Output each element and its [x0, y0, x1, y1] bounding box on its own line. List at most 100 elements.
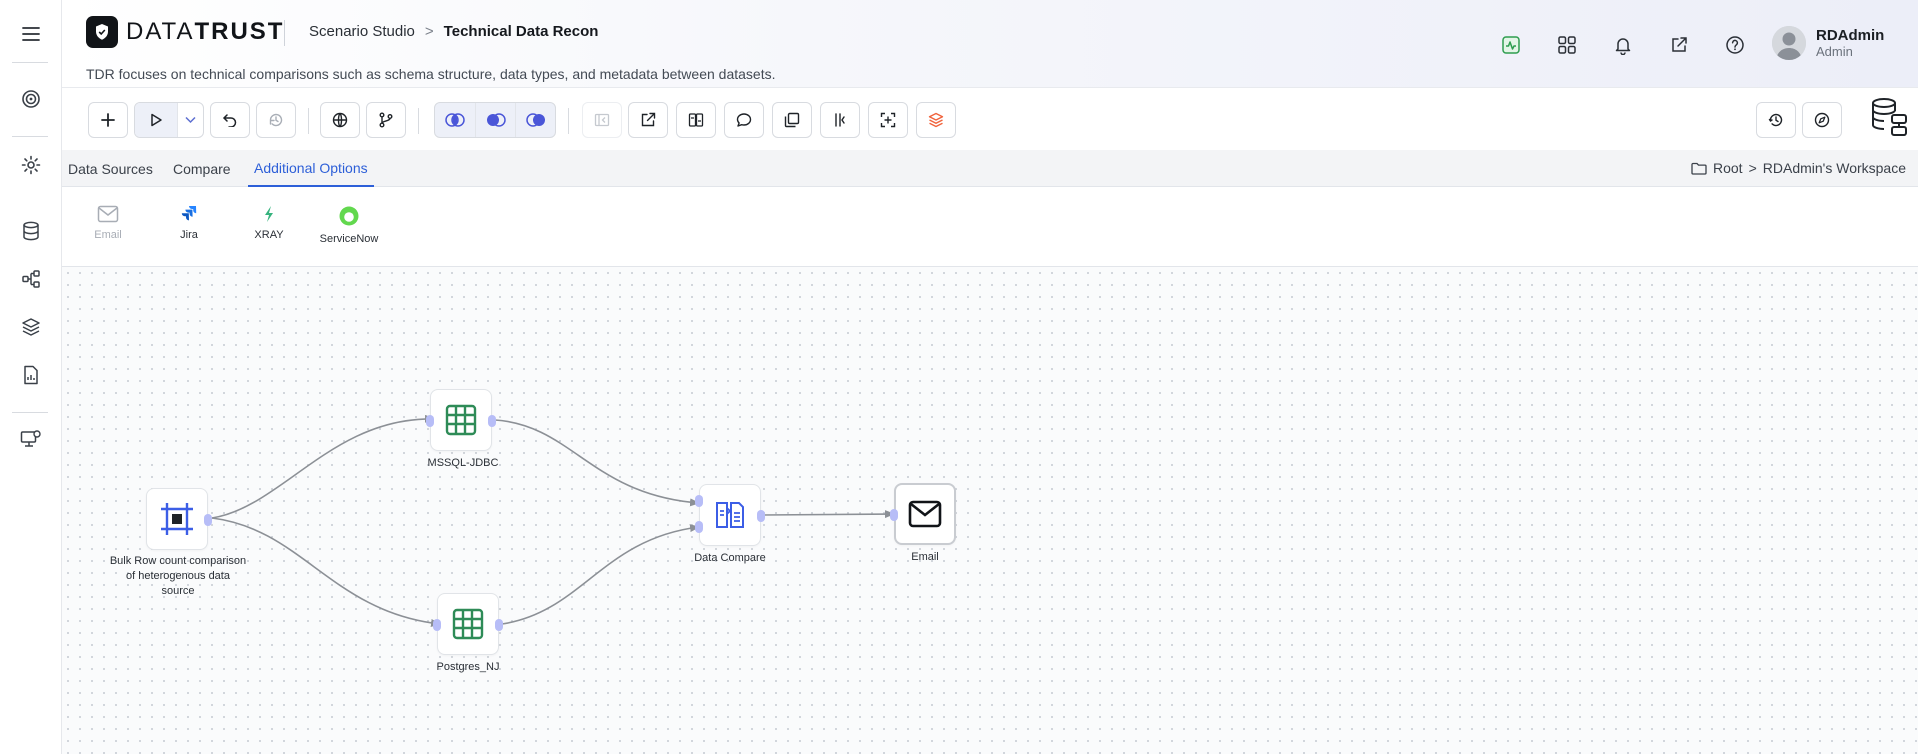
header-divider: [284, 20, 285, 46]
node-mssql-label: MSSQL-JDBC: [427, 457, 499, 469]
hierarchy-icon[interactable]: [16, 264, 46, 294]
additional-options-panel: Email Jira XRAY ServiceNow: [62, 187, 1918, 267]
globe-button[interactable]: [320, 102, 360, 138]
node-input-port[interactable]: [890, 509, 898, 521]
menu-icon[interactable]: [16, 19, 46, 49]
folder-icon: [1691, 162, 1707, 175]
tab-compare[interactable]: Compare: [167, 150, 237, 187]
add-node-button[interactable]: [88, 102, 128, 138]
node-output-port[interactable]: [488, 415, 496, 427]
node-output-port[interactable]: [204, 514, 212, 526]
branch-button[interactable]: [366, 102, 406, 138]
node-output-port[interactable]: [757, 510, 765, 522]
tab-additional-options[interactable]: Additional Options: [248, 150, 374, 187]
node-input-port[interactable]: [695, 495, 703, 507]
table-icon: [445, 404, 477, 436]
fit-view-button[interactable]: [868, 102, 908, 138]
user-role: Admin: [1816, 44, 1853, 59]
apps-grid-icon[interactable]: [1550, 28, 1584, 62]
brand-name-bold: TRUST: [194, 18, 285, 45]
run-split-button[interactable]: [134, 102, 204, 138]
workspace-separator: >: [1748, 160, 1757, 176]
option-email[interactable]: Email: [68, 205, 148, 241]
node-source[interactable]: [146, 488, 212, 550]
servicenow-icon: [339, 206, 359, 226]
activity-icon[interactable]: [1494, 28, 1528, 62]
breadcrumb-parent[interactable]: Scenario Studio: [309, 23, 415, 40]
stack-layers-button[interactable]: [916, 102, 956, 138]
rail-divider: [12, 136, 48, 137]
node-source-label: Bulk Row count comparison of heterogenou…: [109, 555, 247, 597]
page-title: Technical Data Recon: [443, 23, 599, 40]
open-external-button[interactable]: [628, 102, 668, 138]
rail-divider: [12, 412, 48, 413]
edge-mssql-to-compare[interactable]: [494, 419, 700, 507]
envelope-icon: [908, 500, 942, 528]
database-icon[interactable]: [16, 216, 46, 246]
option-jira[interactable]: Jira: [149, 205, 229, 241]
edge-source-to-mssql[interactable]: [211, 414, 435, 519]
option-jira-label: Jira: [180, 229, 198, 241]
rail-divider: [12, 62, 48, 63]
node-input-port[interactable]: [433, 619, 441, 631]
settings-icon[interactable]: [16, 150, 46, 180]
node-data-compare[interactable]: [695, 484, 765, 546]
node-output-port[interactable]: [495, 619, 503, 631]
option-servicenow[interactable]: ServiceNow: [309, 205, 389, 245]
chevron-down-icon[interactable]: [177, 103, 203, 137]
workspace-name: RDAdmin's Workspace: [1762, 160, 1906, 176]
edge-compare-to-email[interactable]: [760, 510, 895, 519]
venn-outer-icon[interactable]: [515, 103, 555, 137]
venn-inner-icon[interactable]: [475, 103, 515, 137]
jira-icon: [181, 206, 197, 221]
node-input-port[interactable]: [426, 415, 434, 427]
layers-icon[interactable]: [16, 312, 46, 342]
brand-name-light: DATA: [126, 18, 195, 45]
node-email[interactable]: [890, 483, 956, 545]
edge-postgres-to-compare[interactable]: [501, 524, 700, 625]
help-icon[interactable]: [1718, 28, 1752, 62]
workflow-canvas[interactable]: Bulk Row count comparison of heterogenou…: [62, 267, 1918, 754]
toolbar-divider: [418, 108, 419, 134]
report-icon[interactable]: [16, 360, 46, 390]
venn-left-icon[interactable]: [435, 103, 475, 137]
node-input-port[interactable]: [695, 521, 703, 533]
node-data-compare-label: Data Compare: [694, 552, 766, 564]
undo-button[interactable]: [210, 102, 250, 138]
tab-data-sources[interactable]: Data Sources: [62, 150, 159, 187]
compare-docs-button[interactable]: [676, 102, 716, 138]
target-icon[interactable]: [16, 84, 46, 114]
restore-button[interactable]: [1756, 102, 1796, 138]
breadcrumb-separator: >: [424, 23, 434, 40]
option-xray[interactable]: XRAY: [229, 205, 309, 241]
node-mssql[interactable]: [426, 389, 496, 451]
left-rail: [0, 0, 62, 754]
workspace-breadcrumb[interactable]: Root > RDAdmin's Workspace: [1691, 160, 1906, 176]
monitor-settings-icon[interactable]: [16, 424, 46, 454]
duplicate-button[interactable]: [772, 102, 812, 138]
option-xray-label: XRAY: [254, 229, 284, 241]
node-postgres[interactable]: [433, 593, 503, 655]
compare-icon: [716, 502, 744, 528]
canvas-toolbar: [62, 88, 1918, 150]
node-email-label: Email: [911, 551, 939, 563]
option-email-label: Email: [94, 229, 122, 241]
database-sync-icon[interactable]: [1868, 96, 1912, 140]
compass-button[interactable]: [1802, 102, 1842, 138]
node-postgres-label: Postgres_NJ: [436, 661, 500, 673]
user-menu[interactable]: RDAdmin Admin: [1772, 26, 1884, 60]
join-mode-group: [434, 102, 556, 138]
play-icon[interactable]: [135, 103, 177, 137]
option-servicenow-label: ServiceNow: [319, 233, 379, 245]
comment-button[interactable]: [724, 102, 764, 138]
split-view-button[interactable]: [820, 102, 860, 138]
external-link-icon[interactable]: [1662, 28, 1696, 62]
history-button[interactable]: [256, 102, 296, 138]
workspace-root[interactable]: Root: [1713, 160, 1743, 176]
brand-logo[interactable]: DATATRUST: [86, 16, 284, 48]
toolbar-divider: [568, 108, 569, 134]
table-icon: [452, 608, 484, 640]
bell-icon[interactable]: [1606, 28, 1640, 62]
collapse-left-button[interactable]: [582, 102, 622, 138]
header-actions: [1494, 28, 1752, 62]
